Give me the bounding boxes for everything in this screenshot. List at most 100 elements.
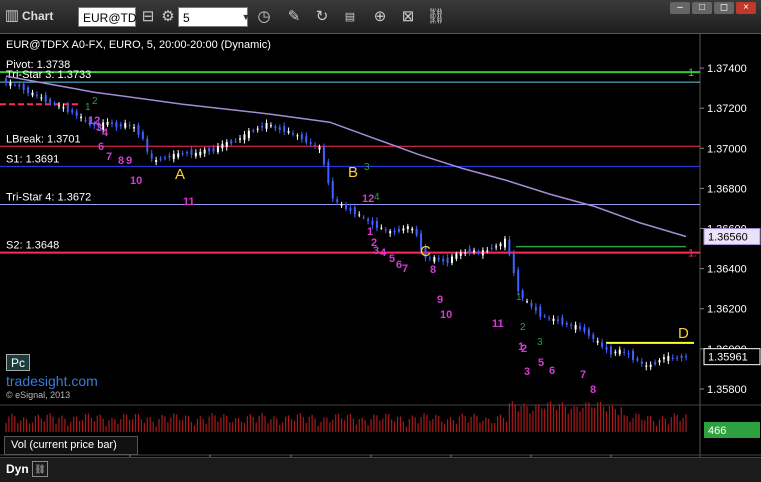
level-label: S2: 1.3648 <box>6 240 59 252</box>
pc-button[interactable]: Pc <box>6 354 30 371</box>
candle-body <box>327 162 330 184</box>
candle-body <box>468 248 471 254</box>
candle-body <box>203 149 206 154</box>
annotation-label: D <box>678 325 689 342</box>
candle-body <box>446 257 449 264</box>
count-label: 7 <box>580 369 586 381</box>
candle-body <box>521 290 524 299</box>
candle-body <box>450 256 453 263</box>
candle-body <box>512 253 515 273</box>
count-label: 7 <box>106 151 112 163</box>
candle-body <box>150 153 153 159</box>
level-label: Tri-Star 4: 1.3672 <box>6 191 91 203</box>
candle-body <box>186 152 189 154</box>
candle-body <box>389 231 392 234</box>
candle-body <box>265 122 268 129</box>
candle-body <box>685 356 687 358</box>
candle-body <box>534 306 537 311</box>
volume-value-label: 466 <box>708 425 726 437</box>
candle-body <box>570 324 573 326</box>
candle-body <box>163 157 166 159</box>
candle-body <box>459 252 462 256</box>
candle-body <box>495 246 498 248</box>
count-label: 3 <box>373 245 379 257</box>
candle-body <box>455 253 458 259</box>
count-label: 9 <box>437 294 443 306</box>
candle-body <box>225 141 228 148</box>
candle-body <box>84 119 87 121</box>
count-label: 8 <box>590 384 596 396</box>
count-label: 5 <box>538 357 544 369</box>
candle-body <box>261 125 264 128</box>
candle-body <box>247 130 250 139</box>
count-label: 8 <box>430 264 436 276</box>
candle-body <box>283 125 286 132</box>
candle-body <box>490 247 493 249</box>
volume-label: Vol (current price bar) <box>11 439 117 451</box>
candle-body <box>397 229 400 232</box>
price-chart[interactable]: Pivot: 1.3738Tri-Star 3: 1.3733LBreak: 1… <box>0 0 761 481</box>
candle-body <box>433 257 436 262</box>
candle-body <box>503 238 506 248</box>
candle-body <box>305 135 308 143</box>
level-label: Tri-Star 3: 1.3733 <box>6 69 91 81</box>
count-green-label: 1 <box>85 102 91 113</box>
candle-body <box>119 124 122 127</box>
candle-body <box>110 122 113 125</box>
count-label: 4 <box>102 127 109 139</box>
y-tick-label: 1.36200 <box>707 304 747 316</box>
current-price-label: 1.35961 <box>708 352 748 364</box>
candle-body <box>548 317 551 319</box>
candle-body <box>177 153 180 158</box>
candle-body <box>353 207 356 215</box>
candle-body <box>278 127 281 130</box>
y-tick-label: 1.35800 <box>707 384 747 396</box>
candle-body <box>358 214 361 216</box>
candle-body <box>256 128 259 130</box>
candle-body <box>605 346 608 350</box>
candle-body <box>526 301 529 303</box>
bottom-bar: Dyn ⛓ <box>0 457 761 482</box>
link-toggle-icon[interactable]: ⛓ <box>32 461 48 477</box>
candle-body <box>331 180 334 199</box>
candle-body <box>632 350 635 360</box>
candle-body <box>583 327 586 332</box>
candle-body <box>561 317 564 325</box>
candle-body <box>159 158 162 160</box>
count-label: 11 <box>492 318 504 330</box>
candle-body <box>22 84 25 91</box>
candle-body <box>27 87 30 94</box>
count-label: 3 <box>524 366 530 378</box>
dyn-label[interactable]: Dyn <box>6 462 29 476</box>
count-label: 10 <box>440 309 452 321</box>
candle-body <box>402 228 405 231</box>
candle-body <box>623 351 626 353</box>
candle-body <box>322 145 325 165</box>
candle-body <box>473 250 476 253</box>
candle-body <box>371 220 374 225</box>
chart-window: ▥ Chart EUR@TD ⊟ ⚙ 5 ▼ ◷ ✎ ↻ ▤ ⊕ ⊠ ⛓ – □… <box>0 0 761 482</box>
candle-body <box>212 147 215 152</box>
candle-body <box>517 269 520 292</box>
candle-body <box>543 315 546 317</box>
candle-body <box>649 364 652 368</box>
count-label: 6 <box>98 141 104 153</box>
candle-body <box>680 355 683 358</box>
candle-body <box>556 319 559 321</box>
candle-body <box>49 99 52 103</box>
count-label: 2 <box>521 343 527 355</box>
candle-body <box>243 134 246 140</box>
candle-body <box>627 353 630 355</box>
candle-body <box>40 97 43 99</box>
candle-body <box>618 349 621 355</box>
level-label: S1: 1.3691 <box>6 153 59 165</box>
candle-body <box>336 199 339 202</box>
candle-body <box>252 130 255 132</box>
count-green-label: 3 <box>364 162 370 173</box>
candle-body <box>654 361 657 365</box>
candle-body <box>274 126 277 129</box>
annotation-label: A <box>175 166 185 183</box>
count-label: 10 <box>130 175 142 187</box>
count-label: 12 <box>362 193 374 205</box>
y-tick-label: 1.36400 <box>707 264 747 276</box>
